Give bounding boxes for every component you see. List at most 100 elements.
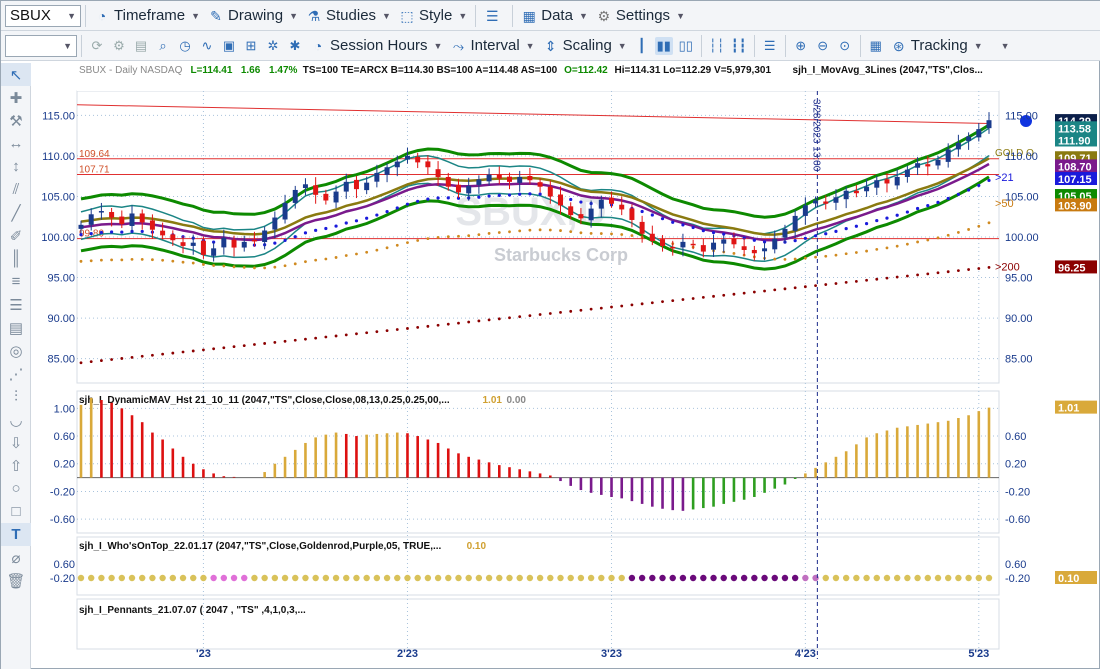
ma200-dot (130, 355, 134, 359)
parallel-lines-icon[interactable]: ⫽ (1, 178, 31, 201)
hollow-candle-icon[interactable]: ▯▯ (677, 37, 695, 55)
candle-body (568, 206, 574, 216)
table-icon[interactable]: ▤ (132, 37, 150, 55)
candle-body (466, 185, 472, 194)
wrench-icon[interactable]: ⚒ (1, 109, 31, 132)
pin-icon[interactable]: ⊞ (242, 37, 260, 55)
zoom-icon[interactable]: ⌕ (154, 37, 172, 55)
ma21-dot (99, 230, 104, 235)
bar-chart-icon[interactable]: ┃ (633, 37, 651, 55)
chevron-down-icon: ▼ (458, 10, 468, 21)
ma21-dot (824, 232, 828, 236)
ma200-dot (854, 279, 858, 283)
chart-icon[interactable]: ∿ (198, 37, 216, 55)
refresh-icon[interactable]: ⟳ (88, 37, 106, 55)
volume-icon[interactable]: ┆┆ (708, 37, 726, 55)
fan-icon[interactable]: ⋰ (1, 362, 31, 385)
settings-menu[interactable]: ⚙ Settings ▼ (592, 4, 689, 28)
chevron-down-icon[interactable]: ▼ (67, 11, 76, 21)
pointer-icon[interactable]: ↖ (1, 63, 31, 86)
layout-toggle[interactable]: ☰ (480, 4, 508, 28)
zoom-in-icon[interactable]: ⊕ (792, 37, 810, 55)
data-menu[interactable]: ▦ Data ▼ (517, 4, 592, 28)
studies-menu[interactable]: ⚗ Studies ▼ (302, 4, 395, 28)
ruler-icon[interactable]: ✐ (1, 224, 31, 247)
time-axis[interactable]: '23 2'23 3'23 4'23 5'23 (196, 648, 989, 660)
ma21-dot (915, 206, 920, 211)
strategy-icon[interactable]: ✱ (286, 37, 304, 55)
grid-lines-icon[interactable]: ▤ (1, 316, 31, 339)
candle-body (251, 239, 257, 242)
ma50-dot (834, 253, 838, 257)
text-icon[interactable]: T (1, 523, 31, 546)
toolbar-overflow-chevron-icon[interactable]: ▼ (1001, 41, 1010, 51)
arc-icon[interactable]: ◡ (1, 408, 31, 431)
crosshair-icon[interactable]: ✚ (1, 86, 31, 109)
header-hilo: Hi=114.31 Lo=112.29 V=5,979,301 (615, 65, 772, 76)
bars-icon[interactable]: ┇┇ (730, 37, 748, 55)
toolbar-separator (512, 4, 514, 27)
workspace-combo[interactable]: ▼ (5, 34, 77, 57)
fibonacci-icon[interactable]: ≡ (1, 270, 31, 293)
move-horizontal-icon[interactable]: ↔ (1, 132, 31, 155)
ma200-dot (110, 358, 114, 361)
price-tick-label-left: 105.00 (41, 191, 75, 203)
vertical-bars-icon[interactable]: ║ (1, 247, 31, 270)
rectangle-icon[interactable]: □ (1, 500, 31, 523)
ellipse-icon[interactable]: ○ (1, 477, 31, 500)
candle-body (700, 245, 706, 252)
style-menu[interactable]: ⬚ Style ▼ (395, 4, 471, 28)
trash-icon[interactable]: 🗑 (1, 569, 31, 592)
drawing-menu[interactable]: ✎ Drawing ▼ (204, 4, 302, 28)
candle-body (782, 228, 788, 238)
zoom-out-icon[interactable]: ⊖ (814, 37, 832, 55)
scaling-menu[interactable]: ⇕ Scaling ▼ (539, 34, 631, 58)
ma200-dot (212, 347, 216, 351)
whos-on-top-dot (659, 574, 666, 582)
tracking-menu[interactable]: ⊛ Tracking ▼ (887, 34, 987, 58)
studies-label: Studies (326, 7, 377, 24)
candle-body (762, 248, 768, 252)
workspace-grid-icon[interactable]: ▦ (867, 37, 885, 55)
time-axis-label: '23 (196, 648, 211, 660)
whos-on-top-dot (445, 574, 452, 582)
candle-body (823, 201, 829, 204)
timeframe-menu[interactable]: ◔ Timeframe ▼ (90, 4, 204, 28)
arrow-down-icon[interactable]: ⇩ (1, 431, 31, 454)
zoom-reset-icon[interactable]: ⊙ (836, 37, 854, 55)
ma50-dot (895, 244, 899, 248)
horizontal-lines-icon[interactable]: ☰ (1, 293, 31, 316)
ma200-dot (457, 321, 460, 325)
ma50-dot (191, 261, 195, 265)
eraser-icon[interactable]: ⌀ (1, 546, 31, 569)
whos-on-top-dot (363, 574, 370, 582)
spiral-icon[interactable]: ◎ (1, 339, 31, 362)
chart-area[interactable]: 115.00 110.00 105.00 100.00 95.00 90.00 85.00 S… (31, 63, 1099, 669)
ma50-dot (793, 257, 797, 261)
chevron-down-icon[interactable]: ▼ (63, 41, 72, 51)
ma200-dot (701, 296, 705, 299)
chart-toolbar: ▼ ⟳ ⚙ ▤ ⌕ ◷ ∿ ▣ ⊞ ✲ ✱ ◔ Session Hours ▼ … (1, 31, 1100, 61)
interval-menu[interactable]: ⤳ Interval ▼ (446, 34, 538, 58)
whos-on-top-dot (781, 574, 789, 582)
image-icon[interactable]: ▣ (220, 37, 238, 55)
panels-icon[interactable]: ☰ (761, 37, 779, 55)
move-vertical-icon[interactable]: ↕ (1, 155, 31, 178)
candlestick-icon[interactable]: ▮▮ (654, 36, 673, 55)
whos-on-top-dot (149, 574, 156, 582)
arrow-up-icon[interactable]: ⇧ (1, 454, 31, 477)
speed-lines-icon[interactable]: ⫶ (1, 385, 31, 408)
chevron-down-icon: ▼ (289, 10, 298, 21)
gear-icon[interactable]: ⚙ (110, 37, 128, 55)
date-marker-label: 3/28/2023 13:00 (810, 99, 821, 172)
ma50-dot (814, 255, 817, 259)
trendline-icon[interactable]: ╱ (1, 201, 31, 224)
session-hours-menu[interactable]: ◔ Session Hours ▼ (306, 34, 446, 58)
dashboard-icon[interactable]: ◷ (176, 37, 194, 55)
whos-on-top-dot (404, 574, 411, 582)
symbol-combo[interactable]: SBUX ▼ (5, 4, 81, 27)
time-axis-label: 5'23 (968, 648, 989, 660)
settings-gear-icon[interactable]: ✲ (264, 37, 282, 55)
chevron-down-icon: ▼ (525, 40, 535, 51)
candle-body (629, 208, 635, 220)
